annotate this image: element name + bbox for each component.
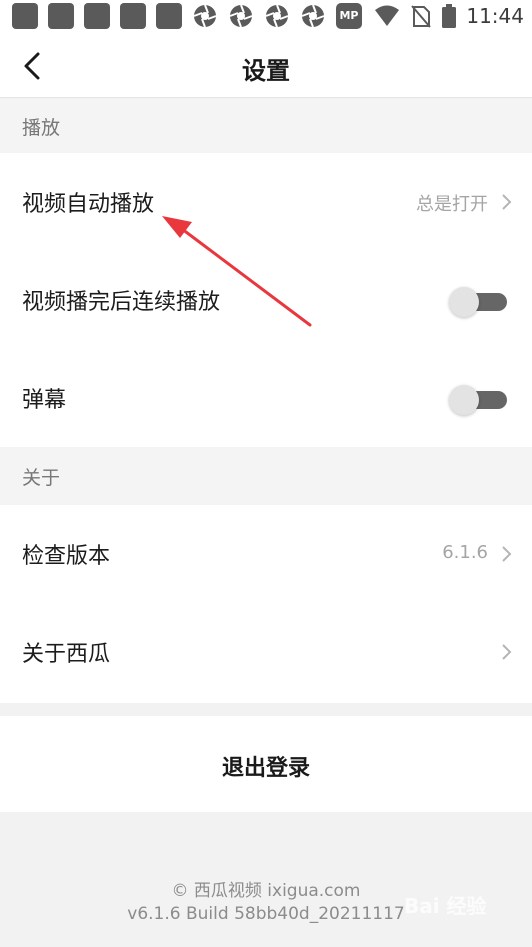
version-value: 6.1.6: [442, 542, 488, 563]
autoplay-row[interactable]: 视频自动播放 总是打开: [0, 153, 532, 251]
no-sim-icon: [411, 5, 432, 28]
check-version-label: 检查版本: [22, 544, 111, 569]
baidu-jingyan-watermark: Bai 经验: [404, 894, 487, 918]
toggle-knob: [449, 385, 479, 415]
logout-label: 退出登录: [221, 756, 310, 781]
logout-button[interactable]: 退出登录: [0, 716, 532, 812]
notification-square-icon: [84, 3, 110, 29]
status-time: 11:44: [466, 4, 524, 28]
aperture-icon: [193, 4, 217, 28]
top-bar: 设置: [0, 33, 532, 98]
chevron-right-icon: [502, 194, 512, 210]
notification-square-icon: [12, 3, 38, 29]
aperture-icon: [265, 4, 289, 28]
section-title: 播放: [22, 117, 61, 139]
section-title: 关于: [22, 467, 61, 489]
continuous-play-label: 视频播完后连续播放: [22, 290, 221, 315]
notification-square-icon: [48, 3, 74, 29]
check-version-row[interactable]: 检查版本 6.1.6: [0, 505, 532, 603]
about-app-row[interactable]: 关于西瓜: [0, 603, 532, 701]
chevron-right-icon: [502, 644, 512, 660]
aperture-icon: [301, 4, 325, 28]
section-header-about: 关于: [0, 447, 532, 505]
notification-square-icon: [156, 3, 182, 29]
wifi-icon: [375, 5, 400, 26]
about-settings-list: 检查版本 6.1.6 关于西瓜: [0, 505, 532, 703]
page-title: 设置: [242, 57, 290, 85]
mp-app-icon: MP: [336, 3, 362, 29]
autoplay-value: 总是打开: [416, 194, 488, 215]
autoplay-label: 视频自动播放: [22, 192, 155, 217]
toggle-knob: [449, 287, 479, 317]
continuous-play-row: 视频播完后连续播放: [0, 251, 532, 349]
notification-square-icon: [120, 3, 146, 29]
danmaku-row: 弹幕: [0, 349, 532, 447]
aperture-icon: [229, 4, 253, 28]
playback-settings-list: 视频自动播放 总是打开 视频播完后连续播放 弹幕: [0, 153, 532, 447]
section-header-playback: 播放: [0, 99, 532, 153]
danmaku-toggle[interactable]: [449, 385, 507, 415]
status-icons-right: 11:44: [374, 4, 524, 28]
status-icons-left: MP: [12, 3, 362, 29]
battery-icon: [442, 4, 457, 28]
continuous-play-toggle[interactable]: [449, 287, 507, 317]
danmaku-label: 弹幕: [22, 388, 67, 413]
status-bar: MP 11:44: [0, 0, 532, 33]
about-app-label: 关于西瓜: [22, 642, 111, 667]
chevron-right-icon: [502, 546, 512, 562]
